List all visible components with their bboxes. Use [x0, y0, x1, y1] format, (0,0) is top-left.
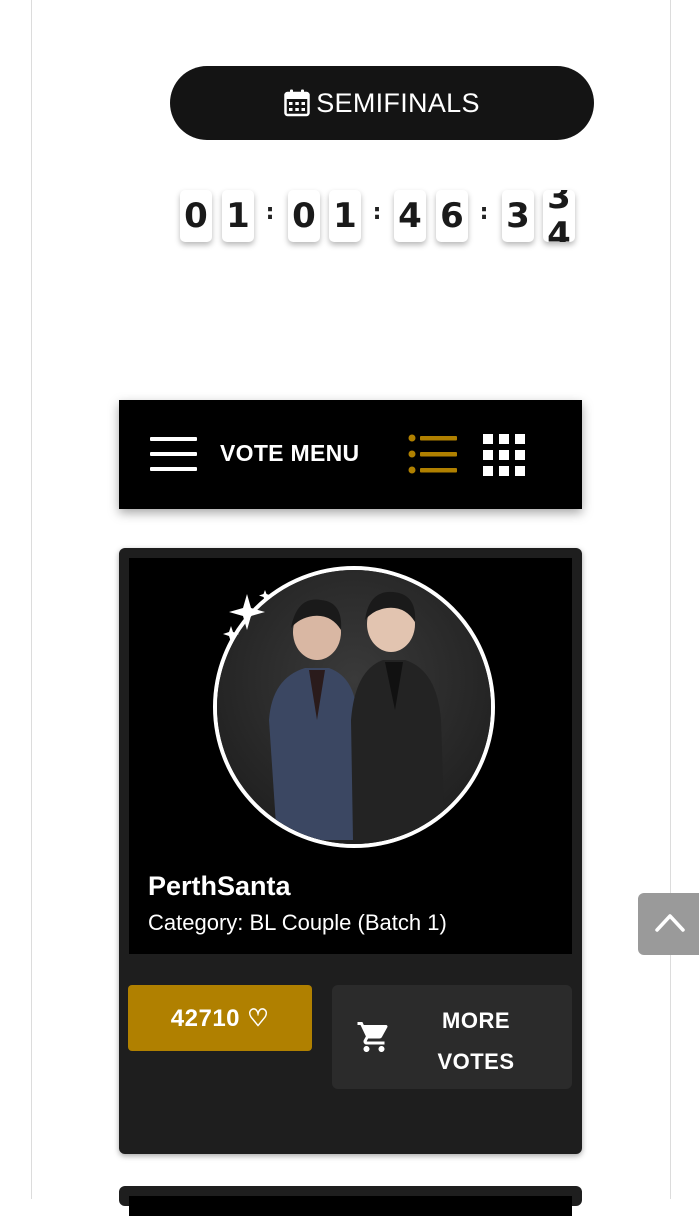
nominee-card-header: PerthSanta Category: BL Couple (Batch 1) [129, 558, 572, 954]
calendar-icon [284, 89, 310, 117]
vote-menu-bar: VOTE MENU [119, 400, 582, 509]
chevron-up-icon [655, 914, 685, 932]
nominee-card: PerthSanta Category: BL Couple (Batch 1)… [119, 548, 582, 1154]
stage-button[interactable]: SEMIFINALS [170, 66, 594, 140]
countdown-separator: : [372, 200, 382, 225]
countdown-digit-rolling: 3 4 [543, 190, 575, 242]
countdown-digit: 1 [222, 190, 254, 242]
grid-view-icon[interactable] [483, 434, 525, 476]
countdown-digit: 4 [394, 190, 426, 242]
more-votes-button[interactable]: MORE VOTES [332, 985, 572, 1089]
nominee-name: PerthSanta [148, 871, 291, 901]
cart-icon [357, 1022, 388, 1052]
more-votes-line2: VOTES [437, 1049, 515, 1074]
countdown-digit: 3 [502, 190, 534, 242]
more-votes-label: MORE VOTES [428, 1000, 524, 1082]
nominee-category: Category: BL Couple (Batch 1) [148, 910, 447, 935]
countdown-digit: 0 [288, 190, 320, 242]
countdown-digit: 0 [180, 190, 212, 242]
countdown-digit-current: 3 [547, 190, 571, 217]
list-view-icon[interactable] [408, 434, 458, 474]
sparkle-icon [223, 590, 271, 642]
countdown-separator: : [265, 200, 275, 225]
more-votes-line1: MORE [442, 1008, 510, 1033]
vote-button[interactable]: 42710 ♡ [128, 985, 312, 1051]
scroll-to-top-button[interactable] [638, 893, 699, 955]
countdown-digit-next: 4 [547, 215, 571, 242]
stage-label: SEMIFINALS [316, 87, 480, 118]
hamburger-icon[interactable] [150, 437, 197, 471]
countdown-separator: : [479, 200, 489, 225]
countdown-digit: 1 [329, 190, 361, 242]
countdown-timer: 0 1 : 0 1 : 4 6 : 3 3 4 [180, 190, 580, 250]
countdown-digit: 6 [436, 190, 468, 242]
vote-menu-label[interactable]: VOTE MENU [220, 440, 359, 467]
next-nominee-card [119, 1186, 582, 1216]
